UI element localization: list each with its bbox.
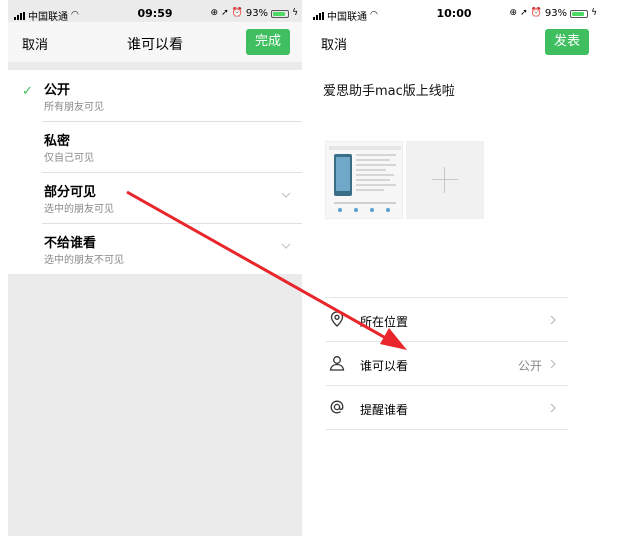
option-partial-visible[interactable]: 部分可见 选中的朋友可见 — [8, 172, 302, 223]
charging-icon: ϟ — [292, 8, 298, 18]
alarm-icon: ⏰ — [231, 8, 243, 18]
setting-location[interactable]: 所在位置 — [326, 298, 568, 342]
option-title: 私密 — [44, 134, 71, 149]
option-private[interactable]: 私密 仅自己可见 — [8, 121, 302, 172]
option-title: 部分可见 — [44, 185, 97, 200]
status-bar: 中国联通 ◠ 09:59 ⊕ ➚ ⏰ 93% ϟ — [8, 0, 302, 23]
lock-rotation-icon: ⊕ — [509, 8, 518, 18]
location-arrow-icon: ➚ — [520, 8, 528, 18]
chevron-down-icon — [281, 243, 291, 249]
status-bar: 中国联通 ◠ 10:00 ⊕ ➚ ⏰ 93% ϟ — [307, 0, 601, 23]
right-phone-screen: 中国联通 ◠ 10:00 ⊕ ➚ ⏰ 93% ϟ 取消 发表 爱思助手mac版上… — [307, 0, 601, 536]
person-icon — [329, 356, 345, 371]
left-phone-screen: 中国联通 ◠ 09:59 ⊕ ➚ ⏰ 93% ϟ 取消 谁可以看 完成 ✓ 公开… — [8, 0, 302, 536]
status-right: ⊕ ➚ ⏰ 93% ϟ — [211, 8, 298, 19]
setting-who-can-see[interactable]: 谁可以看 公开 — [326, 342, 568, 386]
post-settings-list: 所在位置 谁可以看 公开 提醒谁看 — [326, 297, 568, 430]
nav-bar: 取消 发表 — [307, 22, 601, 62]
screenshot-thumbnail-image — [326, 142, 402, 218]
lock-rotation-icon: ⊕ — [210, 8, 219, 18]
publish-button[interactable]: 发表 — [545, 29, 589, 55]
battery-percent: 93% — [544, 8, 568, 19]
nav-bar: 取消 谁可以看 完成 — [8, 22, 302, 62]
setting-label: 提醒谁看 — [360, 403, 409, 417]
visibility-options: ✓ 公开 所有朋友可见 私密 仅自己可见 部分可见 选中的朋友可见 不给谁看 选… — [8, 70, 302, 274]
chevron-right-icon — [550, 403, 556, 413]
setting-remind[interactable]: 提醒谁看 — [326, 386, 568, 430]
battery-percent: 93% — [245, 8, 269, 19]
status-right: ⊕ ➚ ⏰ 93% ϟ — [510, 8, 597, 19]
location-icon — [330, 311, 344, 327]
chevron-down-icon — [281, 192, 291, 198]
location-arrow-icon: ➚ — [221, 8, 229, 18]
setting-label: 谁可以看 — [360, 359, 409, 373]
chevron-right-icon — [550, 315, 556, 325]
option-title: 公开 — [44, 83, 71, 98]
add-photo-button[interactable] — [406, 141, 484, 219]
setting-value: 公开 — [517, 359, 542, 373]
alarm-icon: ⏰ — [530, 8, 542, 18]
compose-text[interactable]: 爱思助手mac版上线啦 — [323, 80, 455, 99]
option-subtitle: 选中的朋友不可见 — [44, 255, 124, 266]
option-public[interactable]: ✓ 公开 所有朋友可见 — [8, 70, 302, 121]
option-title: 不给谁看 — [44, 236, 97, 251]
battery-icon — [271, 9, 290, 18]
battery-icon — [570, 9, 589, 18]
at-icon — [330, 400, 344, 414]
cancel-button[interactable]: 取消 — [321, 34, 347, 53]
charging-icon: ϟ — [591, 8, 597, 18]
checkmark-icon: ✓ — [22, 84, 33, 99]
option-subtitle: 选中的朋友可见 — [44, 204, 114, 215]
option-subtitle: 所有朋友可见 — [44, 102, 104, 113]
option-subtitle: 仅自己可见 — [44, 153, 94, 164]
option-hide-from[interactable]: 不给谁看 选中的朋友不可见 — [8, 223, 302, 274]
chevron-right-icon — [550, 359, 556, 369]
setting-label: 所在位置 — [360, 315, 409, 329]
done-button[interactable]: 完成 — [246, 29, 290, 55]
attached-image-thumbnail[interactable] — [325, 141, 403, 219]
